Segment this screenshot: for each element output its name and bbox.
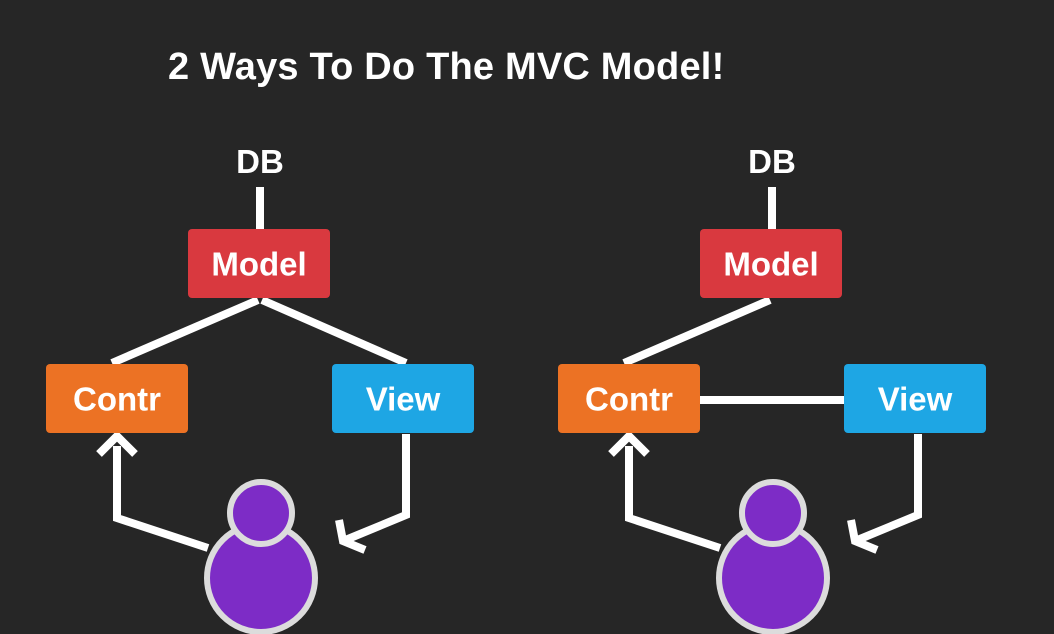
controller-box-label: Contr: [585, 381, 673, 418]
controller-box: Contr: [558, 364, 700, 433]
db-label: DB: [748, 143, 796, 180]
model-view-connector: [260, 296, 408, 367]
view-box: View: [844, 364, 986, 433]
mvc-diagram-2: DB Model Contr View: [558, 143, 986, 634]
view-user-arrow: [853, 434, 922, 545]
model-box-label: Model: [723, 246, 818, 283]
model-box: Model: [188, 229, 330, 298]
model-box: Model: [700, 229, 842, 298]
user-head: [739, 479, 807, 547]
mvc-diagram-1: DB Model Contr View: [46, 143, 474, 634]
view-box-label: View: [878, 381, 953, 418]
diagram-stage: 2 Ways To Do The MVC Model! DB Model Contr…: [0, 0, 1054, 634]
db-label: DB: [236, 143, 284, 180]
controller-box-label: Contr: [73, 381, 161, 418]
view-user-arrow: [341, 434, 410, 545]
model-controller-connector: [622, 296, 772, 367]
user-controller-arrow: [625, 446, 722, 552]
controller-box: Contr: [46, 364, 188, 433]
user-icon: [204, 479, 318, 634]
view-box-label: View: [366, 381, 441, 418]
user-icon: [716, 479, 830, 634]
mvc-diagrams: DB Model Contr View DB Model Contr View: [46, 143, 986, 634]
user-head: [227, 479, 295, 547]
view-box: View: [332, 364, 474, 433]
user-controller-arrow: [113, 446, 210, 552]
model-controller-connector: [110, 296, 260, 367]
model-box-label: Model: [211, 246, 306, 283]
